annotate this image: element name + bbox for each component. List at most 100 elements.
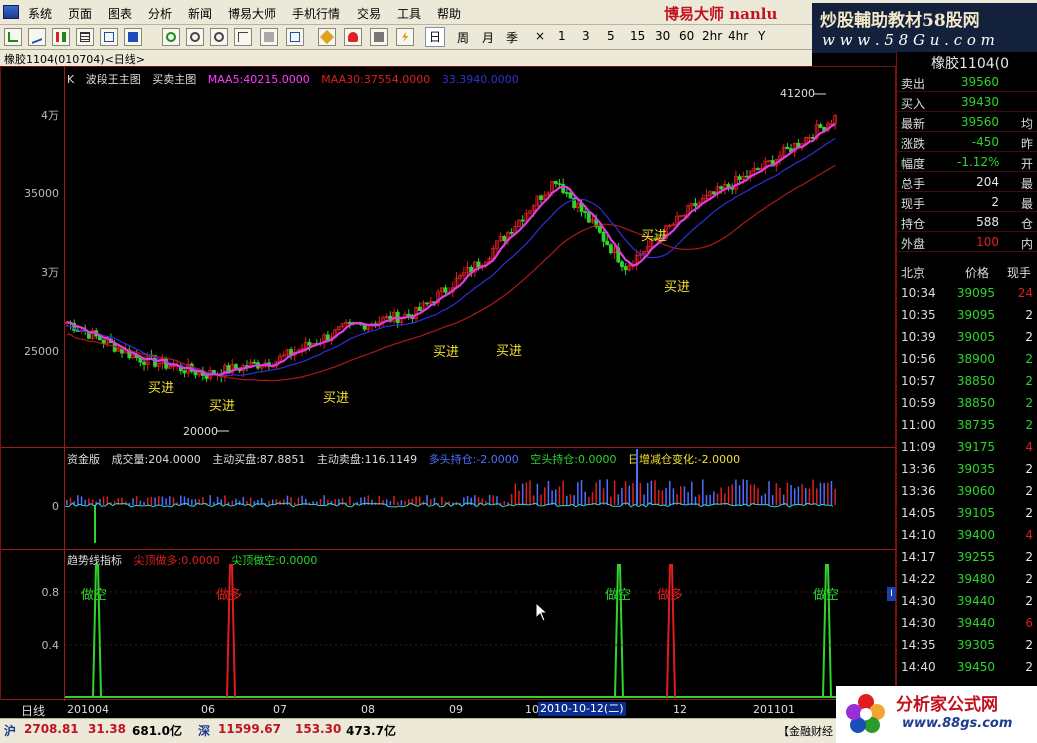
period-4hr[interactable]: 4hr xyxy=(728,29,748,43)
period-week[interactable]: 周 xyxy=(457,29,469,46)
period-1min[interactable]: 1 xyxy=(558,29,566,43)
period-quarter[interactable]: 季 xyxy=(506,29,518,46)
sz-index-value: 11599.67 xyxy=(218,722,282,736)
menu-page[interactable]: 页面 xyxy=(68,5,92,22)
tick-header-time: 北京 xyxy=(901,266,926,280)
tick-time: 14:17 xyxy=(901,550,936,564)
tick-price: 39400 xyxy=(956,528,995,542)
price-chart-svg[interactable] xyxy=(1,67,895,699)
x-tick-label: 07 xyxy=(273,703,287,716)
period-5min[interactable]: 5 xyxy=(607,29,615,43)
x-tick-label: 09 xyxy=(449,703,463,716)
quote-label: 最新 xyxy=(901,117,926,131)
quote-value: 39430 xyxy=(960,95,999,109)
candle-body xyxy=(101,339,106,344)
quote-value: 204 xyxy=(976,175,999,189)
tick-row: 14:30 39440 2 xyxy=(897,590,1037,612)
grid-icon[interactable] xyxy=(100,28,118,46)
window-icon[interactable] xyxy=(286,28,304,46)
candle-body xyxy=(756,168,760,171)
tick-time: 10:56 xyxy=(901,352,936,366)
line-chart-icon[interactable] xyxy=(28,28,46,46)
buy-signal-label: 买进 xyxy=(323,391,350,406)
alert-icon[interactable] xyxy=(344,28,362,46)
period-3min[interactable]: 3 xyxy=(582,29,590,43)
refresh-icon[interactable] xyxy=(162,28,180,46)
app-icon xyxy=(3,5,19,19)
quote-label: 买入 xyxy=(901,97,926,111)
x-tick-label: 201004 xyxy=(67,703,109,716)
crosshair-icon[interactable] xyxy=(234,28,252,46)
delete-icon[interactable] xyxy=(260,28,278,46)
logo2-line1: 分析家公式网 xyxy=(896,695,998,715)
period-30min[interactable]: 30 xyxy=(655,29,670,43)
quote-extra: 开 xyxy=(1021,157,1034,171)
candle-body xyxy=(620,261,624,267)
period-year[interactable]: Y xyxy=(758,29,765,43)
period-close[interactable]: × xyxy=(535,29,545,43)
tick-header-volume: 现手 xyxy=(1007,266,1032,280)
tick-time: 14:30 xyxy=(901,594,936,608)
tick-row: 13:36 39060 2 xyxy=(897,480,1037,502)
chart-area[interactable]: K 波段王主图 买卖主图 MAA5:40215.0000 MAA30:37554… xyxy=(0,66,897,718)
tick-price: 39105 xyxy=(956,506,995,520)
quote-value: -450 xyxy=(971,135,999,149)
table-icon[interactable] xyxy=(76,28,94,46)
tick-price: 39095 xyxy=(956,308,995,322)
draw-pencil-icon[interactable] xyxy=(318,28,336,46)
title-strip: 橡胶1104(010704)<日线> xyxy=(0,50,812,66)
buy-signal-label: 买进 xyxy=(148,381,175,396)
menu-mobile[interactable]: 手机行情 xyxy=(292,5,340,22)
tick-header-price: 价格 xyxy=(965,266,990,280)
tick-volume: 4 xyxy=(1025,528,1033,542)
bar-chart-icon[interactable] xyxy=(52,28,70,46)
kline-icon[interactable] xyxy=(4,28,22,46)
period-day[interactable]: 日 xyxy=(425,27,446,47)
tick-price: 39095 xyxy=(956,286,995,300)
watermark-88gs: 分析家公式网 www.88gs.com xyxy=(836,686,1037,743)
zoom-in-icon[interactable] xyxy=(186,28,204,46)
menu-news[interactable]: 新闻 xyxy=(188,5,212,22)
tick-price: 39440 xyxy=(956,616,995,630)
candle-body xyxy=(605,240,610,246)
period-month[interactable]: 月 xyxy=(482,29,494,46)
candle-body xyxy=(204,375,209,379)
f10-icon[interactable] xyxy=(124,28,142,46)
period-60min[interactable]: 60 xyxy=(679,29,694,43)
server-status[interactable]: 【金融财经 xyxy=(778,723,833,739)
lightning-icon[interactable] xyxy=(396,28,414,46)
menu-chart[interactable]: 图表 xyxy=(108,5,132,22)
menu-boyi[interactable]: 博易大师 xyxy=(228,5,276,22)
tick-time: 10:39 xyxy=(901,330,936,344)
menu-help[interactable]: 帮助 xyxy=(437,5,461,22)
candle-body xyxy=(601,231,606,242)
menu-system[interactable]: 系统 xyxy=(28,5,52,22)
signal-long-label: 做多 xyxy=(657,588,684,603)
candle-body xyxy=(737,176,742,180)
candle-body xyxy=(745,175,749,178)
candle-body xyxy=(307,341,312,346)
zoom-out-icon[interactable] xyxy=(210,28,228,46)
mouse-cursor-icon xyxy=(535,602,549,622)
candle-body xyxy=(425,302,430,305)
formula-icon[interactable] xyxy=(370,28,388,46)
quote-panel: 橡胶1104(0 卖出 39560 买入 39430 最新 39560 均涨跌 … xyxy=(896,52,1037,700)
scroll-marker[interactable]: I xyxy=(887,587,896,601)
tick-price: 38900 xyxy=(956,352,995,366)
menu-analysis[interactable]: 分析 xyxy=(148,5,172,22)
candle-body xyxy=(443,287,448,293)
period-2hr[interactable]: 2hr xyxy=(702,29,722,43)
menu-trade[interactable]: 交易 xyxy=(357,5,381,22)
quote-label: 涨跌 xyxy=(901,137,926,151)
tick-time: 10:35 xyxy=(901,308,936,322)
tick-row: 14:40 39450 2 xyxy=(897,656,1037,678)
menu-tools[interactable]: 工具 xyxy=(397,5,421,22)
x-tick-label: 12 xyxy=(673,703,687,716)
tick-time: 14:10 xyxy=(901,528,936,542)
candle-body xyxy=(553,181,558,184)
quote-row: 总手 204 最 xyxy=(897,172,1037,192)
quote-label: 幅度 xyxy=(901,157,926,171)
period-15min[interactable]: 15 xyxy=(630,29,645,43)
tick-volume: 2 xyxy=(1025,572,1033,586)
quote-row: 买入 39430 xyxy=(897,92,1037,112)
